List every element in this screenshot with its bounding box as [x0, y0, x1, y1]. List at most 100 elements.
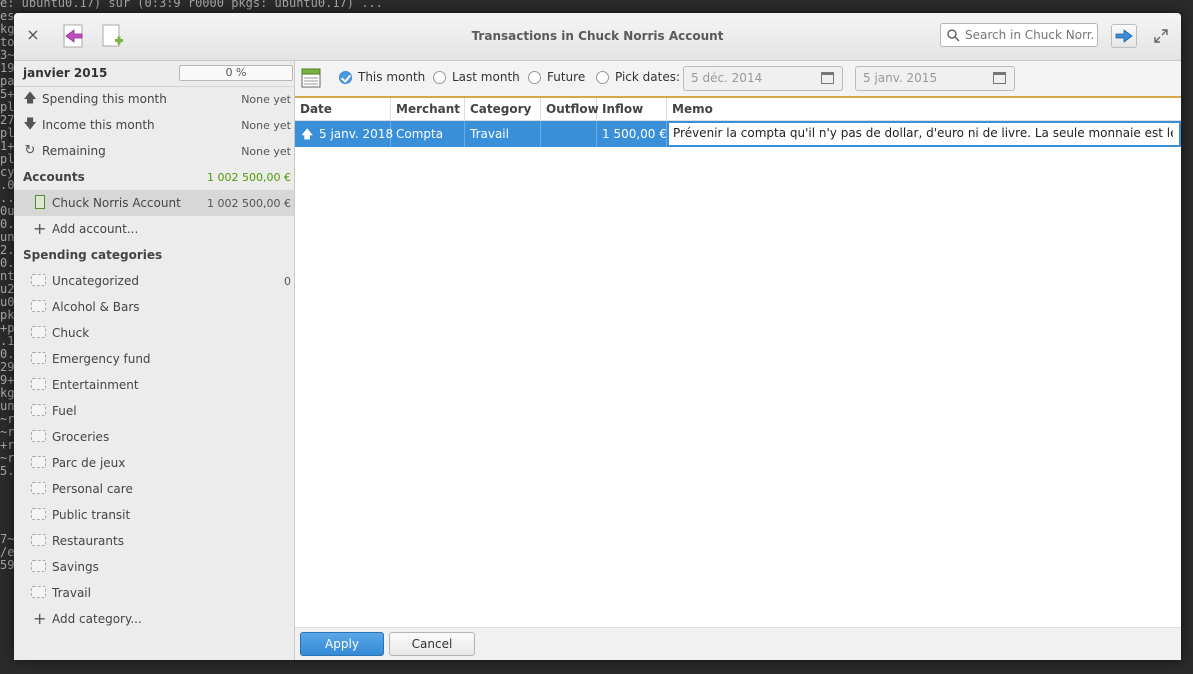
- category-item[interactable]: Groceries: [14, 424, 294, 450]
- category-item[interactable]: Emergency fund: [14, 346, 294, 372]
- category-label: Public transit: [52, 508, 131, 522]
- date-to-input[interactable]: [863, 71, 983, 85]
- main-panel: This month Last month Future Pick dates: Da…: [295, 61, 1181, 660]
- category-icon: [31, 482, 46, 494]
- plus-icon: +: [33, 609, 47, 628]
- category-cell[interactable]: Travail: [465, 121, 541, 147]
- arrow-down-icon: 🡇: [23, 117, 37, 132]
- ledger-icon: [35, 195, 45, 209]
- category-item[interactable]: Savings: [14, 554, 294, 580]
- add-document-icon: [102, 24, 123, 47]
- category-item[interactable]: Fuel: [14, 398, 294, 424]
- summary-row: 🡅 Spending this month None yet: [14, 86, 294, 112]
- category-icon: [31, 326, 46, 338]
- export-button[interactable]: [1111, 24, 1137, 48]
- month-label: janvier 2015: [23, 66, 108, 80]
- categories-header: Spending categories: [14, 242, 294, 268]
- category-label: Savings: [52, 560, 99, 574]
- column-header-category[interactable]: Category: [465, 98, 541, 120]
- date-from-input[interactable]: [691, 71, 811, 85]
- new-transaction-button[interactable]: [100, 23, 126, 49]
- arrow-up-icon: 🡅: [301, 127, 314, 141]
- category-item[interactable]: Parc de jeux: [14, 450, 294, 476]
- outflow-cell[interactable]: [541, 121, 597, 147]
- plus-icon: +: [33, 219, 47, 238]
- filter-option-label: This month: [358, 70, 426, 84]
- calendar-button[interactable]: [301, 68, 321, 88]
- terminal-line: e: ubuntu0.17) sur (0:3:9 r0000 pkgs: ub…: [0, 0, 383, 10]
- category-icon: [31, 274, 46, 286]
- category-label: Parc de jeux: [52, 456, 126, 470]
- summary-value: None yet: [241, 119, 291, 132]
- calendar-icon: [301, 68, 321, 88]
- titlebar: × Transactions in Chuck Norris Account: [14, 13, 1181, 61]
- category-icon: [31, 300, 46, 312]
- apply-button[interactable]: Apply: [300, 632, 384, 656]
- search-icon: [947, 29, 960, 42]
- category-label: Restaurants: [52, 534, 124, 548]
- category-label: Chuck: [52, 326, 90, 340]
- column-header-merchant[interactable]: Merchant: [391, 98, 465, 120]
- calendar-icon[interactable]: [993, 72, 1006, 84]
- search-input[interactable]: [965, 26, 1093, 44]
- category-label: Personal care: [52, 482, 133, 496]
- column-header-memo[interactable]: Memo: [667, 98, 1181, 120]
- action-bar: Apply Cancel: [295, 627, 1181, 660]
- memo-input[interactable]: [673, 126, 1173, 140]
- table-header: Date Merchant Category Outflow Inflow Memo: [295, 98, 1181, 121]
- accounts-total: 1 002 500,00 €: [207, 171, 291, 184]
- sidebar: janvier 2015 0 % 🡅 Spending this month Non…: [14, 61, 295, 660]
- radio-icon[interactable]: [528, 71, 541, 84]
- category-value: 0: [284, 275, 291, 288]
- back-button[interactable]: [61, 23, 87, 49]
- category-item[interactable]: Public transit: [14, 502, 294, 528]
- category-label: Entertainment: [52, 378, 139, 392]
- terminal-line: 5.: [0, 464, 15, 478]
- column-header-inflow[interactable]: Inflow: [597, 98, 667, 120]
- category-icon: [31, 352, 46, 364]
- category-icon: [31, 586, 46, 598]
- calendar-icon[interactable]: [821, 72, 834, 84]
- date-to-field[interactable]: [855, 66, 1015, 91]
- search-box[interactable]: [940, 23, 1098, 47]
- radio-icon[interactable]: [433, 71, 446, 84]
- category-item[interactable]: Chuck: [14, 320, 294, 346]
- category-icon: [31, 378, 46, 390]
- arrow-up-icon: 🡅: [23, 91, 37, 106]
- category-icon: [31, 560, 46, 572]
- export-arrow-icon: [1115, 29, 1133, 43]
- column-header-outflow[interactable]: Outflow: [541, 98, 599, 120]
- date-from-field[interactable]: [683, 66, 843, 91]
- summary-label: Income this month: [42, 118, 155, 132]
- add-category-button[interactable]: + Add category...: [14, 606, 294, 632]
- summary-row: 🡇 Income this month None yet: [14, 112, 294, 138]
- date-cell[interactable]: 🡅 5 janv. 2018: [295, 121, 393, 147]
- category-item[interactable]: Uncategorized 0: [14, 268, 294, 294]
- category-label: Groceries: [52, 430, 110, 444]
- category-label: Uncategorized: [52, 274, 139, 288]
- category-item[interactable]: Personal care: [14, 476, 294, 502]
- category-label: Travail: [52, 586, 91, 600]
- category-label: Alcohol & Bars: [52, 300, 140, 314]
- column-header-date[interactable]: Date: [295, 98, 391, 120]
- table-row[interactable]: 🡅 5 janv. 2018 Compta Travail 1 500,00 €: [295, 121, 1181, 147]
- fullscreen-button[interactable]: [1153, 28, 1169, 44]
- refresh-icon: ↻: [24, 143, 36, 158]
- radio-checked-icon[interactable]: [339, 71, 352, 84]
- accounts-header: Accounts 1 002 500,00 €: [14, 164, 294, 190]
- close-button[interactable]: ×: [24, 26, 42, 44]
- account-item[interactable]: Chuck Norris Account 1 002 500,00 €: [14, 190, 294, 216]
- category-item[interactable]: Travail: [14, 580, 294, 606]
- add-account-button[interactable]: + Add account...: [14, 216, 294, 242]
- category-label: Fuel: [52, 404, 77, 418]
- memo-cell[interactable]: [668, 122, 1180, 146]
- month-row: janvier 2015 0 %: [14, 61, 294, 87]
- merchant-cell[interactable]: Compta: [391, 121, 465, 147]
- radio-icon[interactable]: [596, 71, 609, 84]
- category-item[interactable]: Restaurants: [14, 528, 294, 554]
- cancel-button[interactable]: Cancel: [389, 632, 475, 656]
- category-item[interactable]: Entertainment: [14, 372, 294, 398]
- inflow-cell[interactable]: 1 500,00 €: [597, 121, 667, 147]
- category-item[interactable]: Alcohol & Bars: [14, 294, 294, 320]
- category-icon: [31, 508, 46, 520]
